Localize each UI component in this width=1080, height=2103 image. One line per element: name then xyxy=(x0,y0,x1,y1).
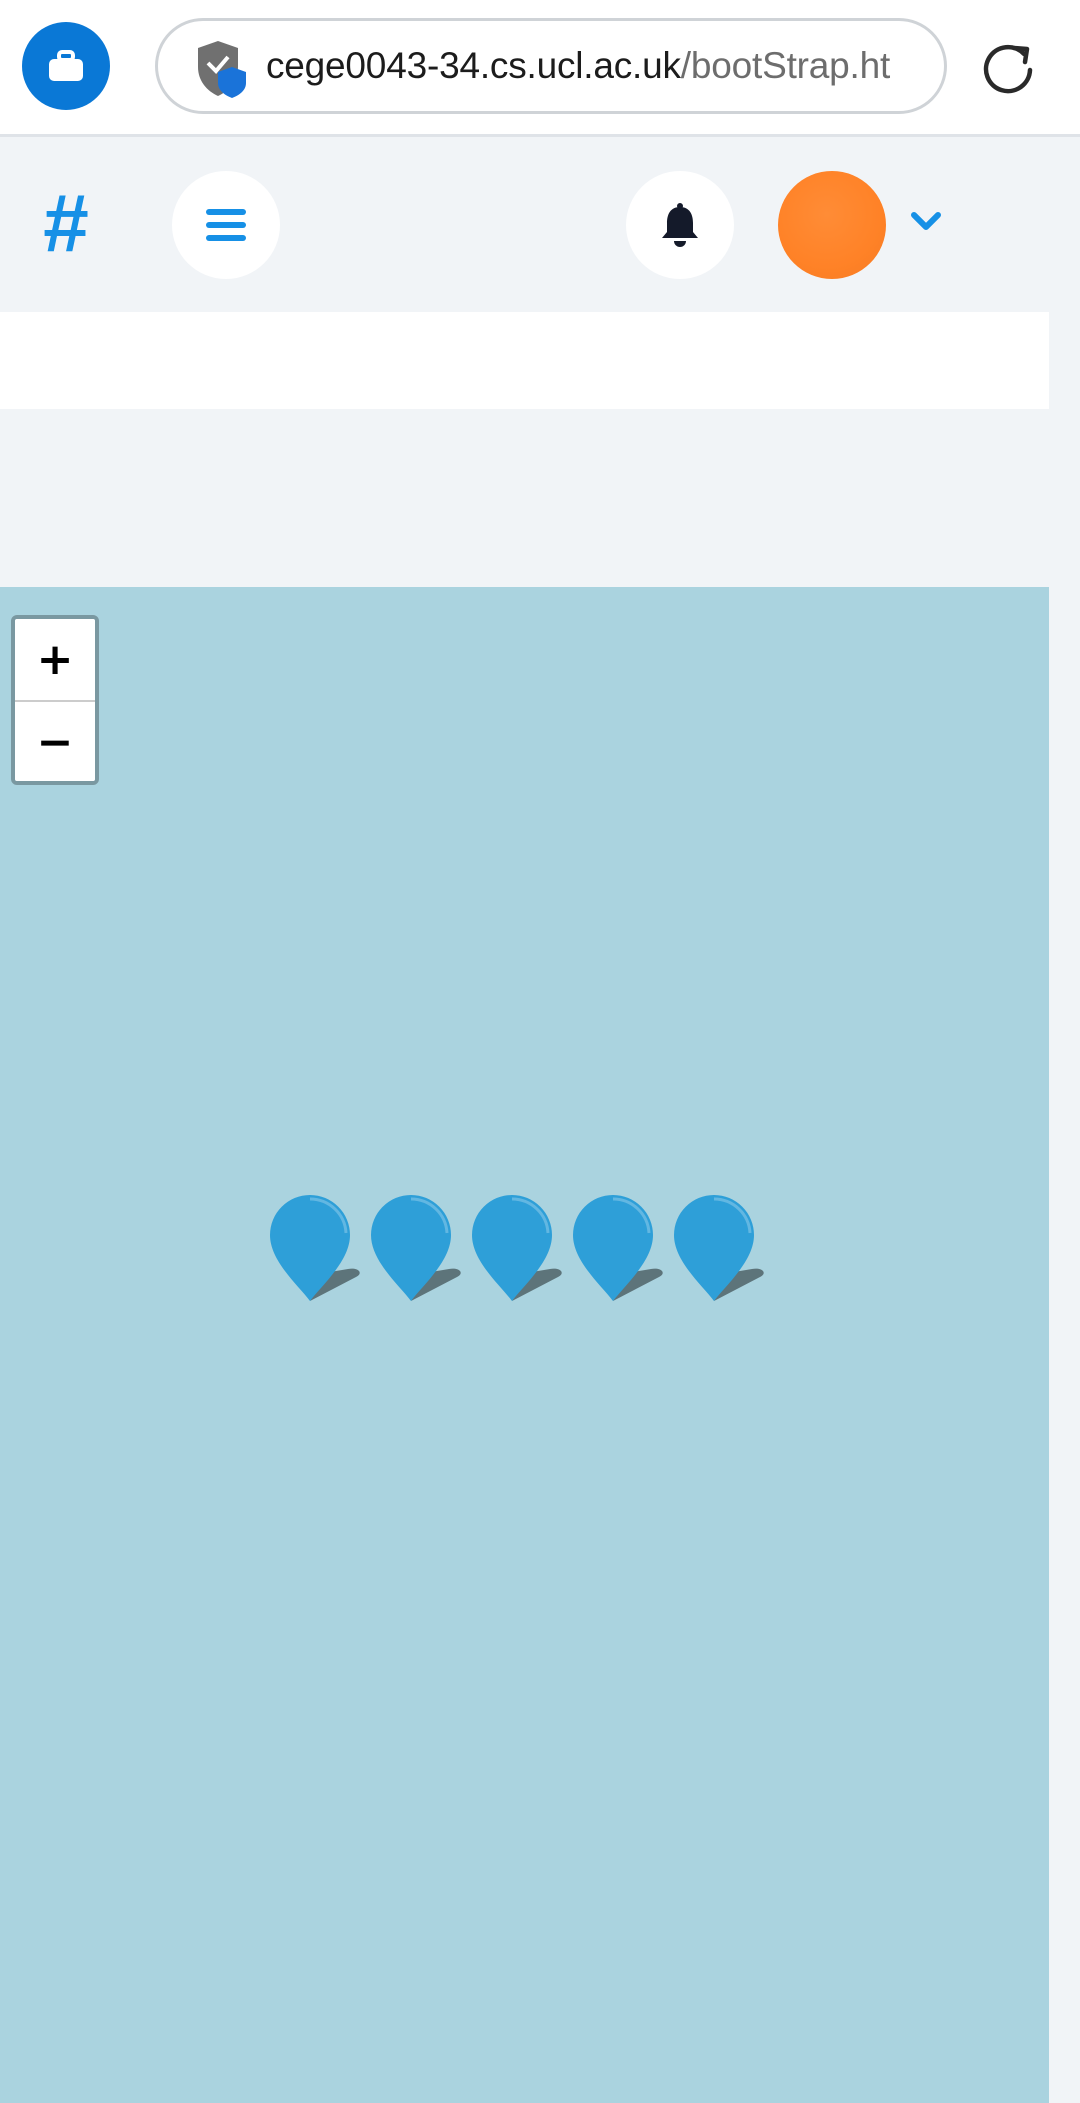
chevron-down-icon[interactable] xyxy=(910,211,942,233)
user-avatar[interactable] xyxy=(778,171,886,279)
map-pin-icon xyxy=(674,1195,764,1301)
map-container[interactable]: + − xyxy=(0,587,1049,2103)
app-navbar: # xyxy=(0,137,1080,311)
browser-toolbar: cege0043-34.cs.ucl.ac.uk/bootStrap.ht xyxy=(0,0,1080,137)
bell-icon xyxy=(662,203,698,247)
hamburger-menu-icon xyxy=(206,209,246,241)
address-bar[interactable]: cege0043-34.cs.ucl.ac.uk/bootStrap.ht xyxy=(155,18,947,114)
map-marker[interactable] xyxy=(268,1193,360,1308)
briefcase-icon xyxy=(49,50,83,81)
map-marker[interactable] xyxy=(571,1193,663,1308)
url-text[interactable]: cege0043-34.cs.ucl.ac.uk/bootStrap.ht xyxy=(266,21,890,111)
map-marker[interactable] xyxy=(369,1193,461,1308)
map-pin-icon xyxy=(270,1195,360,1301)
shield-icon[interactable] xyxy=(194,39,248,99)
zoom-in-button[interactable]: + xyxy=(15,619,95,702)
work-profile-button[interactable] xyxy=(22,22,110,110)
map-marker[interactable] xyxy=(672,1193,764,1308)
page-scroll-track[interactable] xyxy=(1049,312,1080,2103)
notifications-button[interactable] xyxy=(626,171,734,279)
content-header-bar xyxy=(0,312,1049,409)
zoom-control: + − xyxy=(11,615,99,785)
url-host: cege0043-34.cs.ucl.ac.uk xyxy=(266,45,681,86)
reload-icon[interactable] xyxy=(980,40,1036,96)
brand-logo[interactable]: # xyxy=(42,179,88,269)
map-marker[interactable] xyxy=(470,1193,562,1308)
menu-toggle-button[interactable] xyxy=(172,171,280,279)
map-pin-icon xyxy=(472,1195,562,1301)
map-pin-icon xyxy=(573,1195,663,1301)
zoom-out-button[interactable]: − xyxy=(15,702,95,781)
url-path: /bootStrap.ht xyxy=(680,45,891,86)
map-pin-icon xyxy=(371,1195,461,1301)
